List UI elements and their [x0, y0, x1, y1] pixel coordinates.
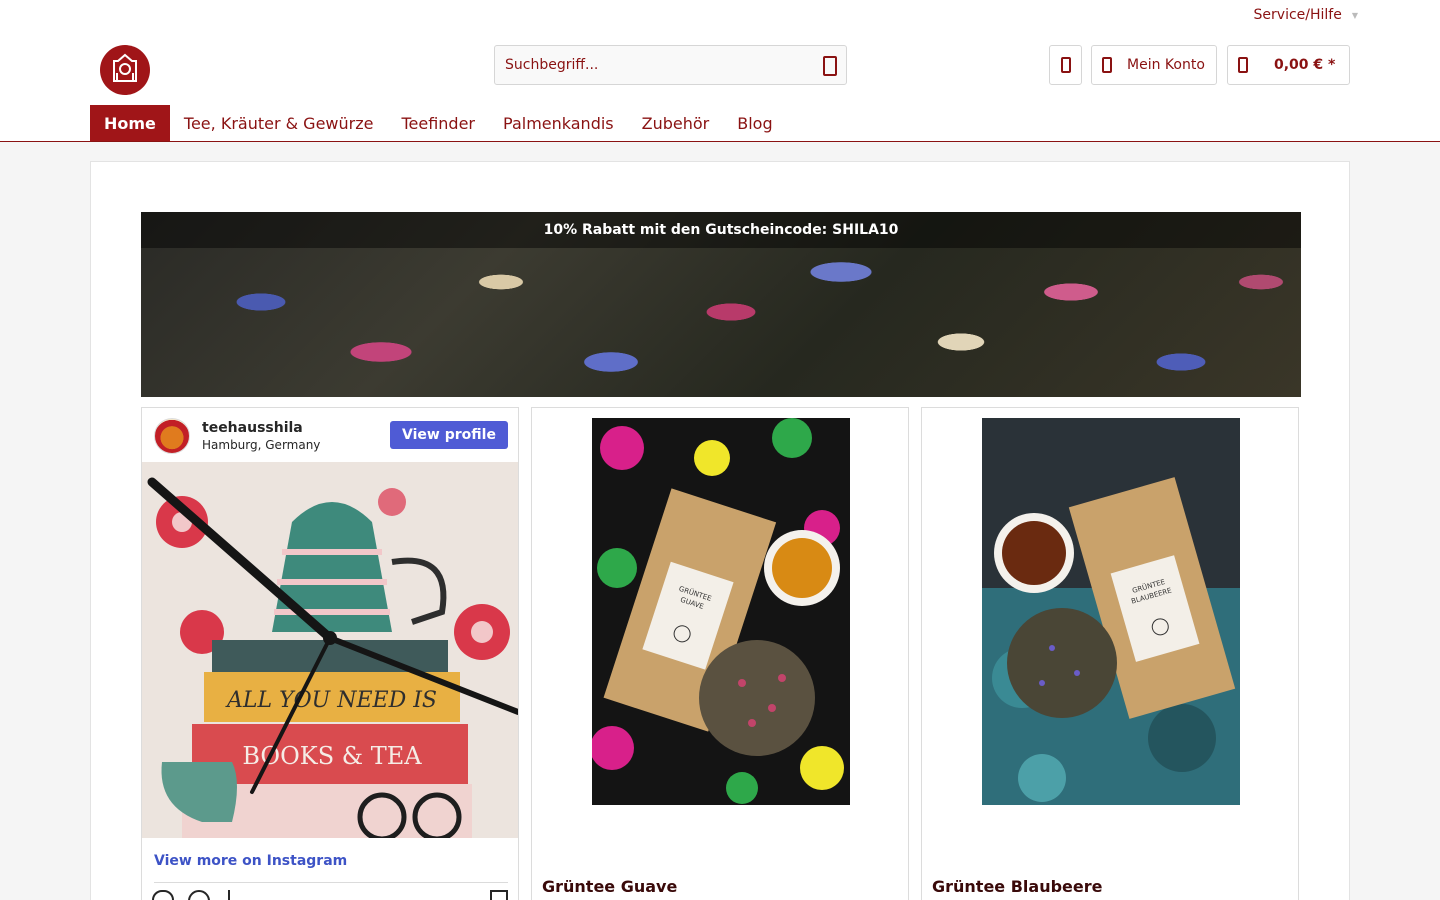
cart-total: 0,00 € * [1274, 57, 1336, 73]
search-icon[interactable] [823, 56, 837, 76]
chevron-down-icon: ▼ [1351, 10, 1358, 20]
main-navigation: Home Tee, Kräuter & Gewürze Teefinder Pa… [90, 105, 787, 141]
site-header: Mein Konto 0,00 € * Home Tee, Kräuter & … [0, 32, 1440, 142]
product-name[interactable]: Grüntee Guave [542, 877, 677, 896]
view-profile-button[interactable]: View profile [390, 421, 508, 449]
user-icon [1102, 57, 1112, 73]
tea-bag-blaubeere-photo: GRÜNTEE BLAUBEERE [982, 418, 1240, 805]
instagram-post-image[interactable]: ALL YOU NEED IS BOOKS & TEA [142, 462, 518, 838]
share-icon[interactable] [228, 890, 240, 900]
search-input[interactable] [495, 46, 795, 84]
divider [154, 882, 508, 883]
top-bar: Service/Hilfe ▼ [0, 0, 1440, 32]
promo-banner[interactable]: 10% Rabatt mit den Gutscheincode: SHILA1… [141, 212, 1301, 397]
nav-item-teefinder[interactable]: Teefinder [387, 105, 489, 141]
product-image[interactable]: GRÜNTEE GUAVE [592, 418, 850, 805]
shop-logo[interactable] [100, 45, 150, 95]
main-content: 10% Rabatt mit den Gutscheincode: SHILA1… [90, 161, 1350, 900]
instagram-actions [152, 890, 508, 900]
instagram-embed: teehausshila Hamburg, Germany View profi… [141, 407, 519, 900]
logo-emblem-icon [113, 53, 137, 82]
nav-item-palmenkandis[interactable]: Palmenkandis [489, 105, 628, 141]
tea-bag-guave-photo: GRÜNTEE GUAVE [592, 418, 850, 805]
search-box [494, 45, 847, 85]
product-name[interactable]: Grüntee Blaubeere [932, 877, 1103, 896]
nav-item-home[interactable]: Home [90, 105, 170, 141]
nav-item-zubehoer[interactable]: Zubehör [628, 105, 724, 141]
nav-item-tee-kraeuter-gewuerze[interactable]: Tee, Kräuter & Gewürze [170, 105, 388, 141]
product-card[interactable]: GRÜNTEE GUAVE Grüntee Guave [531, 407, 909, 900]
teapot-clock-illustration: ALL YOU NEED IS BOOKS & TEA [142, 462, 518, 838]
service-help-label: Service/Hilfe [1253, 7, 1342, 23]
product-image[interactable]: GRÜNTEE BLAUBEERE [982, 418, 1240, 805]
wishlist-button[interactable] [1049, 45, 1082, 85]
nav-item-blog[interactable]: Blog [723, 105, 786, 141]
bookmark-icon[interactable] [490, 890, 508, 900]
heart-icon [1060, 57, 1071, 73]
account-label: Mein Konto [1127, 57, 1205, 73]
like-heart-icon[interactable] [152, 890, 174, 900]
cart-icon [1238, 57, 1248, 73]
instagram-location: Hamburg, Germany [202, 438, 321, 452]
cart-button[interactable]: 0,00 € * [1227, 45, 1350, 85]
comment-icon[interactable] [188, 890, 210, 900]
promo-text: 10% Rabatt mit den Gutscheincode: SHILA1… [543, 222, 899, 238]
service-help-menu[interactable]: Service/Hilfe ▼ [1254, 7, 1358, 23]
account-button[interactable]: Mein Konto [1091, 45, 1217, 85]
avatar[interactable] [154, 418, 190, 454]
svg-text:ALL YOU NEED IS: ALL YOU NEED IS [225, 688, 437, 713]
view-more-instagram-link[interactable]: View more on Instagram [154, 853, 347, 869]
product-card[interactable]: GRÜNTEE BLAUBEERE Grüntee Blaubeere [921, 407, 1299, 900]
instagram-username[interactable]: teehausshila [202, 420, 303, 436]
